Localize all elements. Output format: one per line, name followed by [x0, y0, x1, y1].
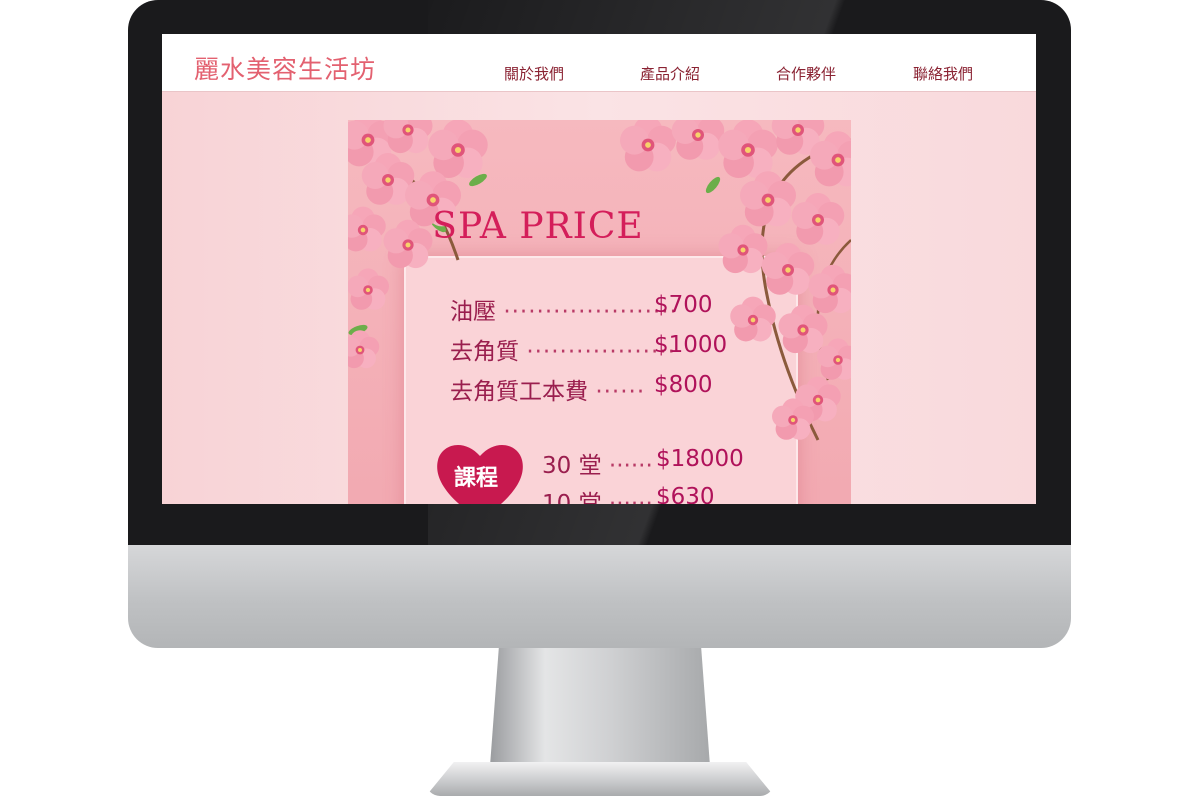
service-name: 油壓: [450, 299, 496, 325]
course-price: $18000: [656, 446, 744, 472]
course-name: 10 堂: [542, 491, 602, 504]
service-name: 去角質: [450, 339, 519, 365]
service-row-exfoliation: 去角質 ·················· $1000: [450, 332, 727, 366]
nav-partners[interactable]: 合作夥伴: [776, 63, 836, 84]
nav-products[interactable]: 產品介紹: [640, 63, 700, 84]
monitor-stand-base: [426, 762, 774, 796]
course-row-10: 10 堂 ······ $630: [542, 484, 715, 504]
course-name: 30 堂: [542, 453, 602, 479]
dot-leader: ······: [608, 491, 653, 504]
service-price: $800: [654, 372, 713, 398]
dot-leader: ·····················: [503, 299, 678, 325]
banner-title: SPA PRICE: [432, 206, 644, 247]
course-label: 課程: [454, 466, 499, 491]
dot-leader: ······: [608, 453, 653, 479]
page-body: SPA PRICE 油壓 ····················· $700 …: [162, 92, 1036, 504]
nav-contact[interactable]: 聯絡我們: [913, 63, 973, 84]
site-brand[interactable]: 麗水美容生活坊: [194, 50, 376, 86]
nav-about[interactable]: 關於我們: [504, 63, 564, 84]
course-row-30: 30 堂 ······ $18000: [542, 446, 744, 480]
service-price: $1000: [654, 332, 728, 358]
monitor-bezel: 麗水美容生活坊 關於我們 產品介紹 合作夥伴 聯絡我們 SPA PRICE 油壓…: [128, 0, 1071, 545]
monitor-chin: [128, 545, 1071, 648]
service-name: 去角質工本費: [450, 379, 588, 405]
top-navbar: 麗水美容生活坊 關於我們 產品介紹 合作夥伴 聯絡我們: [162, 34, 1036, 92]
screen: 麗水美容生活坊 關於我們 產品介紹 合作夥伴 聯絡我們 SPA PRICE 油壓…: [162, 34, 1036, 504]
service-row-exfoliation-fee: 去角質工本費 ······ $800: [450, 372, 713, 406]
service-price: $700: [654, 292, 713, 318]
spa-price-banner: SPA PRICE 油壓 ····················· $700 …: [348, 120, 851, 504]
service-row-oil: 油壓 ····················· $700: [450, 292, 713, 326]
dot-leader: ······: [595, 379, 646, 405]
desktop-monitor: 麗水美容生活坊 關於我們 產品介紹 合作夥伴 聯絡我們 SPA PRICE 油壓…: [128, 0, 1071, 648]
monitor-stand: [490, 648, 710, 766]
course-price: $630: [656, 484, 715, 504]
